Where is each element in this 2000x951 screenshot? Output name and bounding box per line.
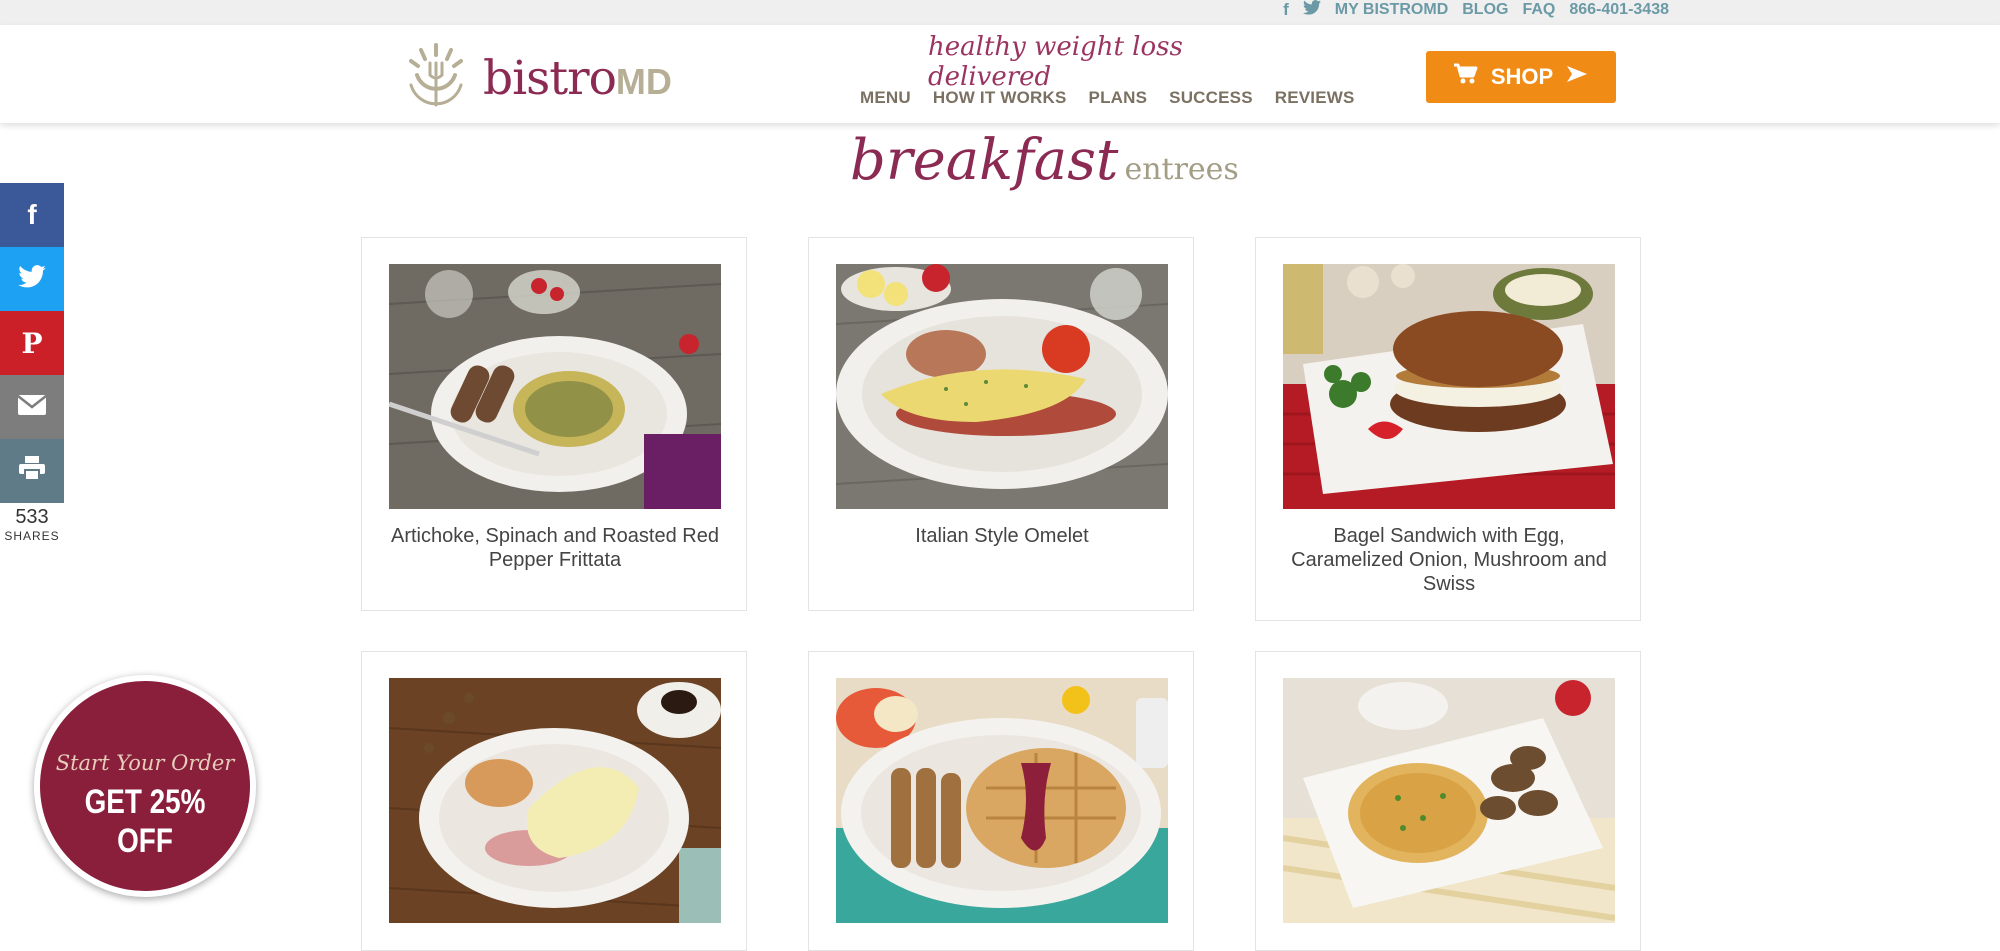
email-icon [17,391,47,423]
site-header: bistroMD healthy weight loss delivered M… [0,25,2000,123]
page-title-main: breakfast [850,128,1119,193]
share-sidebar: f P [0,183,64,503]
top-link-faq[interactable]: FAQ [1522,1,1555,19]
bagel-sandwich-photo[interactable] [1283,264,1615,509]
pinterest-icon: P [21,326,43,360]
nav-item-reviews[interactable]: REVIEWS [1275,88,1355,108]
logo-wordmark-main: bistro [483,51,617,106]
share-facebook-button[interactable]: f [0,183,64,247]
facebook-icon: f [27,199,37,230]
product-card[interactable]: Italian Style Omelet [808,237,1194,611]
logo-wordmark: bistroMD [483,51,672,106]
product-card[interactable] [808,651,1194,951]
print-icon [18,455,46,488]
share-pinterest-button[interactable]: P [0,311,64,375]
tagline: healthy weight loss delivered [928,32,1183,92]
product-card[interactable] [361,651,747,951]
waffles-photo[interactable] [836,678,1168,923]
arrow-right-icon [1565,64,1589,90]
top-link-blog[interactable]: BLOG [1462,1,1508,19]
product-card-title[interactable]: Artichoke, Spinach and Roasted Red Peppe… [382,524,728,572]
twitter-icon [18,263,46,295]
promo-line-1: Start Your Order [55,751,235,775]
shop-button[interactable]: SHOP [1426,51,1616,103]
logo-wordmark-suffix: MD [615,61,672,102]
facebook-icon[interactable]: f [1283,0,1289,20]
frittata-photo[interactable] [389,264,721,509]
site-logo[interactable]: bistroMD [403,41,683,113]
product-card[interactable]: Artichoke, Spinach and Roasted Red Peppe… [361,237,747,611]
share-count: 533 SHARES [0,506,64,543]
product-card[interactable]: Bagel Sandwich with Egg, Caramelized Oni… [1255,237,1641,621]
start-order-promo-badge[interactable]: Start Your Order GET 25% OFF [34,675,256,897]
phone-number[interactable]: 866-401-3438 [1569,1,1669,19]
top-utility-bar: f MY BISTROMD BLOG FAQ 866-401-3438 [0,0,2000,25]
top-link-my-bistromd[interactable]: MY BISTROMD [1335,1,1448,19]
frittata-mushroom-photo[interactable] [1283,678,1615,923]
nav-item-menu[interactable]: MENU [860,88,911,108]
page-title-sub: entrees [1124,152,1239,187]
share-print-button[interactable] [0,439,64,503]
twitter-icon[interactable] [1302,0,1321,20]
share-email-button[interactable] [0,375,64,439]
shop-button-label: SHOP [1490,64,1554,89]
page-title: breakfast entrees [850,128,1239,208]
nav-item-how-it-works[interactable]: HOW IT WORKS [933,88,1067,108]
share-count-number: 533 [15,506,49,528]
fork-sunburst-icon [403,41,469,116]
product-card[interactable] [1255,651,1641,951]
share-count-label: SHARES [4,529,60,543]
product-card-title[interactable]: Bagel Sandwich with Egg, Caramelized Oni… [1276,524,1622,596]
product-card-title[interactable]: Italian Style Omelet [829,524,1175,548]
apple-omelet-photo[interactable] [389,678,721,923]
omelet-photo[interactable] [836,264,1168,509]
cart-icon [1453,63,1479,91]
promo-badge-inner: Start Your Order GET 25% OFF [40,681,250,891]
share-twitter-button[interactable] [0,247,64,311]
promo-line-2: GET 25% OFF [84,783,206,860]
top-links: f MY BISTROMD BLOG FAQ 866-401-3438 [1283,0,1669,20]
nav-item-success[interactable]: SUCCESS [1169,88,1253,108]
nav-item-plans[interactable]: PLANS [1089,88,1148,108]
main-nav: MENU HOW IT WORKS PLANS SUCCESS REVIEWS [860,88,1355,108]
